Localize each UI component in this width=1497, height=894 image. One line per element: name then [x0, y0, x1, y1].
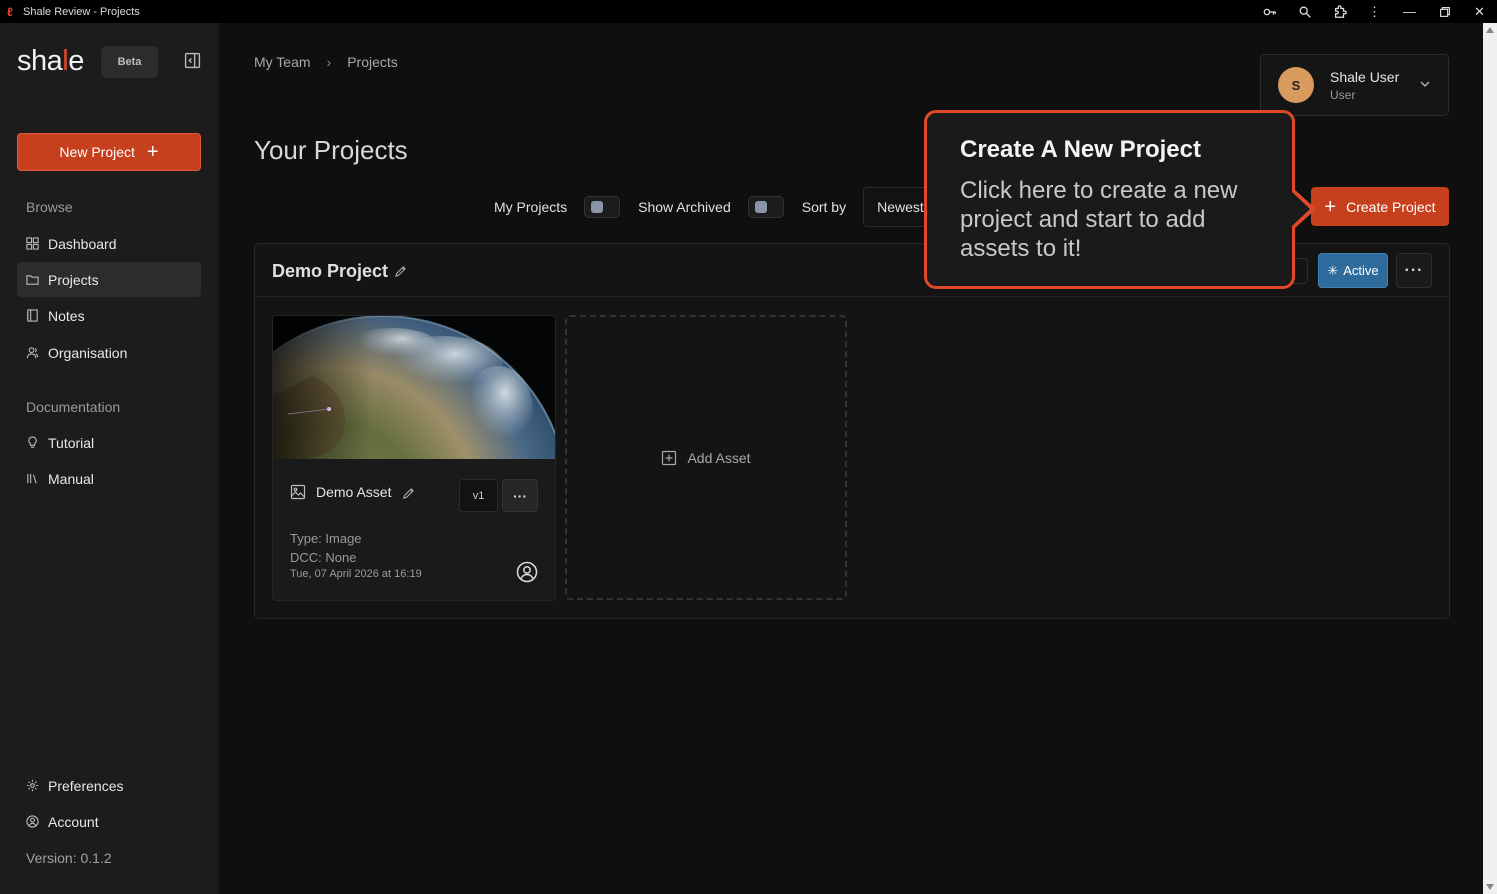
show-archived-label: Show Archived [638, 199, 731, 215]
dashboard-icon [26, 237, 39, 250]
library-icon [26, 472, 39, 485]
loader-icon: ✳ [1327, 262, 1339, 278]
breadcrumb-my-team[interactable]: My Team [254, 54, 311, 70]
notebook-icon [26, 309, 39, 322]
key-icon[interactable] [1252, 0, 1287, 23]
sort-by-label: Sort by [801, 199, 847, 215]
vertical-scrollbar[interactable] [1483, 23, 1497, 894]
shale-logo[interactable]: shale [17, 45, 84, 78]
my-projects-label: My Projects [494, 199, 568, 215]
minimize-icon[interactable]: — [1392, 0, 1427, 23]
sidebar-item-notes[interactable]: Notes [17, 298, 201, 333]
asset-type: Type: Image [290, 531, 362, 546]
plus-icon: + [1324, 195, 1337, 218]
create-project-tooltip: Create A New Project Click here to creat… [924, 110, 1316, 289]
window-titlebar: ℓ Shale Review - Projects ⋮ — ✕ [0, 0, 1497, 23]
asset-date: Tue, 07 April 2026 at 16:19 [290, 568, 422, 580]
lightbulb-icon [26, 436, 39, 449]
user-circle-icon [26, 815, 39, 828]
app-version: Version: 0.1.2 [26, 850, 112, 866]
asset-dcc: DCC: None [290, 550, 357, 565]
asset-version-button[interactable]: v1 [459, 479, 498, 512]
edit-pencil-icon[interactable] [394, 265, 407, 278]
beta-badge: Beta [101, 46, 158, 78]
user-name: Shale User [1330, 69, 1400, 85]
zoom-icon[interactable] [1287, 0, 1322, 23]
browse-section-label: Browse [26, 199, 73, 215]
asset-card[interactable]: Demo Asset v1 ··· Type: Image DCC: None … [272, 315, 556, 601]
image-icon [290, 484, 306, 500]
project-more-button[interactable]: ··· [1396, 253, 1432, 288]
tooltip-body: Click here to create a new project and s… [960, 177, 1238, 262]
user-circle-icon[interactable] [516, 561, 538, 583]
earth-image [273, 316, 555, 459]
avatar: S [1278, 67, 1314, 103]
sidebar-item-manual[interactable]: Manual [17, 461, 201, 496]
asset-name: Demo Asset [316, 484, 392, 500]
sidebar-item-dashboard[interactable]: Dashboard [17, 226, 201, 261]
folder-icon [26, 273, 39, 286]
plus-icon: + [146, 141, 159, 163]
add-square-icon [662, 450, 677, 465]
asset-thumbnail[interactable] [273, 316, 555, 459]
sidebar-item-organisation[interactable]: Organisation [17, 335, 201, 370]
edit-pencil-icon[interactable] [402, 487, 415, 500]
chevron-down-icon [1418, 77, 1432, 91]
project-filters: My Projects Show Archived Sort by Newest… [494, 187, 974, 227]
people-icon [26, 346, 39, 359]
show-archived-toggle[interactable] [747, 196, 784, 218]
project-panel: Demo Project ✳ Active ··· Demo Asset v1 … [254, 243, 1450, 619]
scroll-up-icon [1486, 27, 1494, 33]
kebab-menu-icon[interactable]: ⋮ [1357, 0, 1392, 23]
asset-title-row: Demo Asset [290, 484, 415, 500]
new-project-button[interactable]: New Project + [17, 133, 201, 171]
user-menu[interactable]: S Shale User User [1260, 54, 1449, 116]
page-title: Your Projects [254, 135, 408, 165]
close-icon[interactable]: ✕ [1462, 0, 1497, 23]
sidebar-item-projects[interactable]: Projects [17, 262, 201, 297]
my-projects-toggle[interactable] [584, 196, 621, 218]
sidebar-item-preferences[interactable]: Preferences [17, 768, 201, 803]
asset-more-button[interactable]: ··· [502, 479, 538, 512]
create-project-button[interactable]: + Create Project [1311, 187, 1449, 226]
scroll-down-icon [1486, 884, 1494, 890]
extensions-icon[interactable] [1322, 0, 1357, 23]
project-status-button[interactable]: ✳ Active [1318, 253, 1388, 288]
chevron-right-icon: › [326, 54, 332, 70]
tooltip-title: Create A New Project [960, 136, 1201, 163]
window-controls: ⋮ — ✕ [1252, 0, 1497, 23]
sidebar-collapse-icon[interactable] [184, 52, 201, 69]
restore-icon[interactable] [1427, 0, 1462, 23]
add-asset-button[interactable]: Add Asset [565, 315, 847, 600]
app-logo-icon: ℓ [7, 4, 13, 19]
breadcrumb: My Team › Projects [254, 54, 398, 70]
breadcrumb-projects[interactable]: Projects [347, 54, 398, 70]
project-name: Demo Project [272, 261, 389, 281]
sidebar-item-tutorial[interactable]: Tutorial [17, 425, 201, 460]
window-title: Shale Review - Projects [23, 5, 140, 18]
user-role: User [1330, 88, 1356, 102]
sidebar-item-account[interactable]: Account [17, 804, 201, 839]
gear-icon [26, 779, 39, 792]
sidebar: shale Beta New Project + Browse Dashboard… [0, 23, 219, 894]
documentation-section-label: Documentation [26, 399, 121, 415]
